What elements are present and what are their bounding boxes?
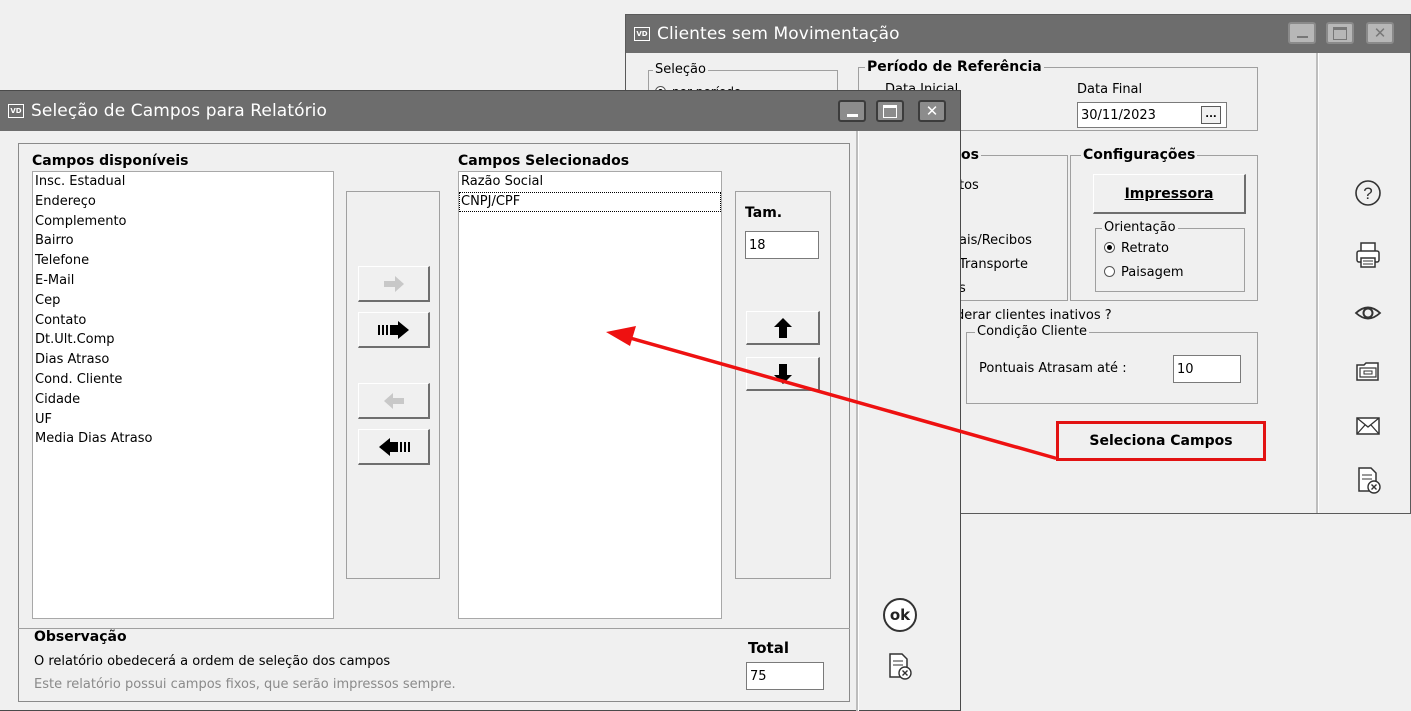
window-title: Seleção de Campos para Relatório — [31, 101, 328, 121]
seleciona-campos-label: Seleciona Campos — [1089, 433, 1233, 449]
list-item[interactable]: Telefone — [33, 251, 333, 271]
arrow-right-all-icon — [377, 320, 409, 339]
window-title: Clientes sem Movimentação — [657, 24, 900, 44]
list-item[interactable]: Bairro — [33, 231, 333, 251]
list-item[interactable]: Complemento — [33, 212, 333, 232]
pontuais-label: Pontuais Atrasam até : — [979, 361, 1127, 376]
total-label: Total — [748, 639, 789, 657]
sidebar-divider — [856, 131, 859, 711]
ok-label: ok — [889, 606, 911, 624]
add-selected-button[interactable] — [358, 266, 430, 302]
tam-label: Tam. — [745, 205, 783, 221]
maximize-icon — [1333, 26, 1347, 40]
seleciona-campos-button[interactable]: Seleciona Campos — [1056, 421, 1266, 461]
list-item[interactable]: Cidade — [33, 390, 333, 410]
inativos-label-partial[interactable]: derar clientes inativos ? — [956, 308, 1112, 323]
app-icon: VD — [634, 27, 650, 41]
selecao-window: VD Seleção de Campos para Relatório ✕ Ca… — [0, 90, 961, 711]
retrato-radio[interactable] — [1104, 242, 1115, 253]
list-item[interactable]: Dias Atraso — [33, 350, 333, 370]
paisagem-option[interactable]: Paisagem — [1104, 265, 1184, 280]
total-field: 75 — [746, 662, 824, 690]
close-document-icon[interactable] — [884, 651, 914, 681]
close-button[interactable]: ✕ — [1366, 22, 1394, 44]
observacao-line1: O relatório obedecerá a ordem de seleção… — [34, 654, 391, 669]
disponiveis-items: Insc. Estadual Endereço Complemento Bairro T… — [33, 172, 333, 449]
printer-icon[interactable] — [1353, 240, 1383, 270]
configuracoes-title: Configurações — [1081, 147, 1198, 163]
remove-selected-button[interactable] — [358, 383, 430, 419]
close-icon: ✕ — [1373, 23, 1387, 42]
close-button[interactable]: ✕ — [918, 100, 946, 122]
list-item[interactable]: Contato — [33, 311, 333, 331]
selecionados-items: Razão Social CNPJ/CPF — [459, 172, 721, 212]
tipos-item-1[interactable]: tos — [959, 178, 979, 193]
list-item[interactable]: Cond. Cliente — [33, 370, 333, 390]
arrow-left-icon — [383, 392, 404, 409]
arrow-right-icon — [383, 275, 404, 292]
tipos-title-partial: os — [959, 147, 981, 163]
pontuais-field[interactable]: 10 — [1173, 355, 1241, 383]
preview-eye-icon[interactable] — [1353, 298, 1383, 328]
periodo-title: Período de Referência — [865, 59, 1044, 75]
tam-field[interactable]: 18 — [745, 231, 819, 259]
condicao-title: Condição Cliente — [975, 324, 1089, 339]
impressora-button[interactable]: Impressora — [1093, 174, 1246, 214]
email-icon[interactable] — [1353, 411, 1383, 441]
orientacao-title: Orientação — [1102, 220, 1178, 235]
sidebar-divider — [1316, 53, 1319, 513]
observacao-divider — [18, 628, 850, 629]
minimize-icon — [846, 113, 858, 117]
selecionados-list[interactable]: Razão Social CNPJ/CPF — [458, 171, 722, 619]
maximize-button[interactable] — [876, 100, 904, 122]
close-icon: ✕ — [925, 101, 939, 120]
selecao-title: Seleção — [653, 62, 708, 77]
selecionados-title: Campos Selecionados — [458, 153, 630, 169]
list-item[interactable]: E-Mail — [33, 271, 333, 291]
condicao-group: Condição Cliente Pontuais Atrasam até : … — [966, 324, 1258, 404]
close-document-icon[interactable] — [1353, 465, 1383, 495]
list-item[interactable]: Insc. Estadual — [33, 172, 333, 192]
minimize-button[interactable] — [1288, 22, 1316, 44]
tipos-item-3[interactable]: Transporte — [959, 257, 1028, 272]
selecao-titlebar: VD Seleção de Campos para Relatório — [0, 91, 960, 131]
list-item[interactable]: Endereço — [33, 192, 333, 212]
list-item[interactable]: Razão Social — [459, 172, 721, 192]
maximize-icon — [883, 104, 897, 118]
data-final-picker-button[interactable]: ... — [1201, 106, 1221, 124]
list-item[interactable]: Dt.Ult.Comp — [33, 330, 333, 350]
folder-icon[interactable] — [1353, 356, 1383, 386]
move-up-button[interactable] — [746, 311, 820, 345]
arrow-down-icon — [773, 363, 792, 384]
disponiveis-title: Campos disponíveis — [32, 153, 189, 169]
data-final-label: Data Final — [1077, 82, 1143, 97]
observacao-line2: Este relatório possui campos fixos, que … — [34, 677, 456, 692]
orientacao-group: Orientação Retrato Paisagem — [1095, 220, 1245, 292]
retrato-option[interactable]: Retrato — [1104, 241, 1169, 256]
tipos-item-2[interactable]: ais/Recibos — [959, 233, 1032, 248]
arrow-left-all-icon — [378, 437, 410, 456]
paisagem-radio[interactable] — [1104, 266, 1115, 277]
help-icon[interactable]: ? — [1353, 178, 1383, 208]
ok-button[interactable]: ok — [883, 598, 917, 632]
disponiveis-list[interactable]: Insc. Estadual Endereço Complemento Bairro T… — [32, 171, 334, 619]
remove-all-button[interactable] — [358, 429, 430, 465]
list-item[interactable]: Media Dias Atraso — [33, 429, 333, 449]
list-item[interactable]: UF — [33, 410, 333, 430]
svg-text:?: ? — [1363, 184, 1372, 203]
maximize-button[interactable] — [1326, 22, 1354, 44]
observacao-title: Observação — [34, 629, 127, 645]
arrow-up-icon — [773, 317, 792, 338]
move-down-button[interactable] — [746, 357, 820, 391]
configuracoes-group: Configurações Impressora Orientação Retr… — [1070, 147, 1258, 301]
list-item[interactable]: CNPJ/CPF — [459, 191, 721, 212]
app-icon: VD — [8, 104, 24, 118]
minimize-button[interactable] — [838, 100, 866, 122]
list-item[interactable]: Cep — [33, 291, 333, 311]
add-all-button[interactable] — [358, 312, 430, 348]
impressora-label: Impressora — [1124, 185, 1214, 202]
minimize-icon — [1296, 36, 1308, 38]
